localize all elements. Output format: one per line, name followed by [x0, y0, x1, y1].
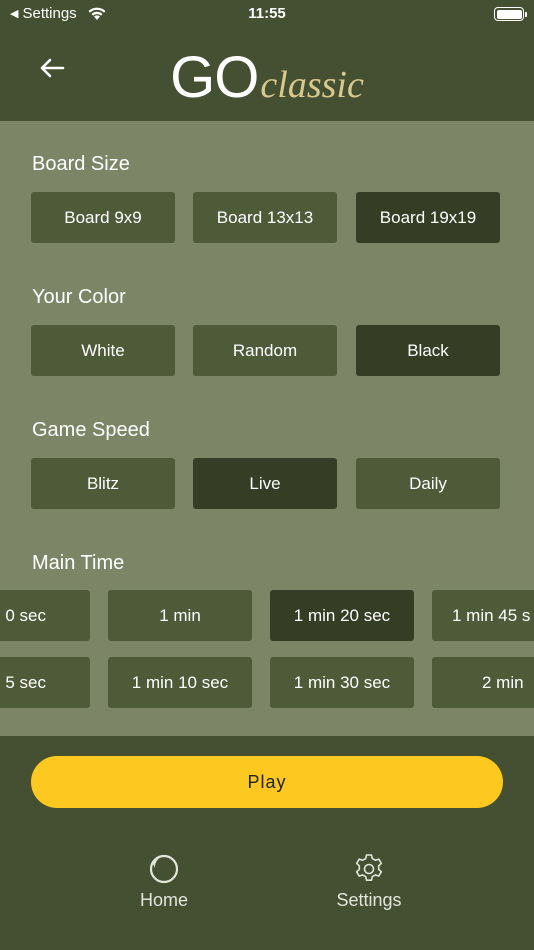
option-time-row2-0[interactable]: 5 sec — [0, 657, 90, 708]
play-button[interactable]: Play — [31, 756, 503, 808]
tab-settings[interactable]: Settings — [309, 852, 429, 911]
option-color-random[interactable]: Random — [193, 325, 337, 376]
option-time-1-min[interactable]: 1 min — [108, 590, 252, 641]
status-time: 11:55 — [248, 5, 286, 22]
option-color-black[interactable]: Black — [356, 325, 500, 376]
main-time-scroller[interactable]: 0 sec 1 min 1 min 20 sec 1 min 45 s 5 se… — [0, 590, 534, 710]
section-title-board-size: Board Size — [32, 153, 130, 175]
tab-settings-label: Settings — [336, 890, 402, 910]
section-title-main-time: Main Time — [32, 552, 125, 574]
option-time-1-min-10-sec[interactable]: 1 min 10 sec — [108, 657, 252, 708]
tab-home[interactable]: Home — [104, 852, 224, 911]
app-logo: GOclassic — [0, 44, 534, 111]
header: ◀ Settings 11:55 GOclassic — [0, 0, 534, 121]
option-color-white[interactable]: White — [31, 325, 175, 376]
section-title-your-color: Your Color — [32, 286, 126, 308]
option-time-1-min-20-sec[interactable]: 1 min 20 sec — [270, 590, 414, 641]
option-time-1-min-45-sec[interactable]: 1 min 45 s — [432, 590, 534, 641]
option-speed-daily[interactable]: Daily — [356, 458, 500, 509]
option-time-2-min[interactable]: 2 min — [432, 657, 534, 708]
battery-icon — [494, 7, 527, 21]
option-board-19x19[interactable]: Board 19x19 — [356, 192, 500, 243]
option-time-1-min-30-sec[interactable]: 1 min 30 sec — [270, 657, 414, 708]
logo-classic: classic — [260, 64, 364, 106]
option-board-9x9[interactable]: Board 9x9 — [31, 192, 175, 243]
option-speed-blitz[interactable]: Blitz — [31, 458, 175, 509]
status-bar: ◀ Settings 11:55 — [0, 0, 534, 28]
home-spinner-icon — [104, 852, 224, 886]
tab-home-label: Home — [139, 890, 188, 910]
option-time-row1-0[interactable]: 0 sec — [0, 590, 90, 641]
section-title-game-speed: Game Speed — [32, 419, 150, 441]
option-board-13x13[interactable]: Board 13x13 — [193, 192, 337, 243]
logo-go: GO — [170, 45, 259, 110]
gear-icon — [309, 852, 429, 886]
bottom-bar: Play Home Settings — [0, 736, 534, 950]
option-speed-live[interactable]: Live — [193, 458, 337, 509]
